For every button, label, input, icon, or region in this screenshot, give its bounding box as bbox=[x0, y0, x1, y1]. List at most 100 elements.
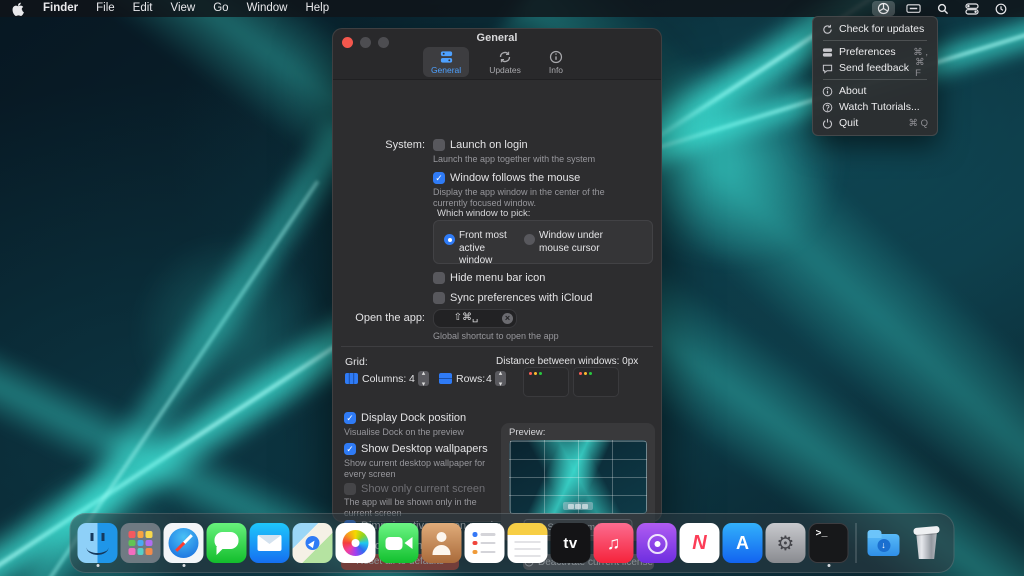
menubar-item-finder[interactable]: Finder bbox=[34, 0, 87, 17]
system-label: System: bbox=[385, 139, 425, 151]
dock-icon-contacts[interactable] bbox=[421, 523, 462, 563]
menu-item-label: Check for updates bbox=[839, 23, 925, 35]
columns-icon bbox=[345, 373, 358, 384]
window-follows-mouse-label: Window follows the mouse bbox=[450, 172, 581, 184]
refresh-icon bbox=[822, 24, 833, 35]
menu-item-shortcut: ⌘ , bbox=[913, 46, 928, 58]
dock-icon-tv[interactable]: tv bbox=[550, 523, 591, 563]
menubar-item-view[interactable]: View bbox=[162, 0, 205, 17]
display-dock-desc: Visualise Dock on the preview bbox=[344, 427, 464, 437]
window-title: General bbox=[476, 32, 518, 44]
window-titlebar[interactable]: General General Updates Info bbox=[333, 29, 661, 80]
show-wallpapers-label: Show Desktop wallpapers bbox=[361, 443, 488, 455]
dock-icon-podcasts[interactable] bbox=[636, 523, 677, 563]
window-under-mouse-radio[interactable] bbox=[524, 234, 535, 245]
hide-menu-bar-icon-label: Hide menu bar icon bbox=[450, 272, 546, 284]
dock-icon-finder[interactable] bbox=[77, 523, 118, 567]
window-follows-mouse-checkbox[interactable] bbox=[433, 172, 445, 184]
spotlight-menubar-icon[interactable] bbox=[932, 1, 954, 16]
control-center-menubar-icon[interactable] bbox=[960, 1, 984, 16]
menu-item-quit[interactable]: Quit ⌘ Q bbox=[813, 115, 937, 131]
app-menubar-button[interactable] bbox=[872, 1, 895, 16]
display-dock-checkbox[interactable] bbox=[344, 412, 356, 424]
feedback-icon bbox=[822, 63, 833, 74]
clock-icon bbox=[995, 3, 1007, 14]
apple-menu[interactable] bbox=[0, 2, 34, 16]
dock-icon-messages[interactable] bbox=[206, 523, 247, 563]
menu-item-label: Send feedback bbox=[839, 62, 910, 74]
dock-icon-safari[interactable] bbox=[163, 523, 204, 567]
dock-icon-facetime[interactable] bbox=[378, 523, 419, 563]
menu-separator bbox=[823, 79, 927, 80]
dock-icon-news[interactable]: N bbox=[679, 523, 720, 563]
dock-icon-music[interactable]: ♫ bbox=[593, 523, 634, 563]
preferences-icon bbox=[822, 47, 833, 58]
rows-stepper[interactable] bbox=[495, 369, 506, 388]
running-indicator bbox=[827, 564, 830, 567]
preview-label: Preview: bbox=[509, 427, 546, 438]
dock-icon-app-store[interactable]: A bbox=[722, 523, 763, 563]
info-icon bbox=[822, 86, 833, 97]
shortcut-value: ⇧⌘␣ bbox=[453, 312, 479, 323]
search-icon bbox=[937, 3, 949, 14]
distance-label: Distance between windows: 0px bbox=[496, 356, 639, 367]
menu-item-label: About bbox=[839, 85, 867, 97]
keyboard-menubar-icon[interactable] bbox=[901, 1, 926, 16]
dock-icon-mail[interactable] bbox=[249, 523, 290, 563]
which-window-group: Front most active window Window under mo… bbox=[433, 220, 653, 266]
menu-item-shortcut: ⌘ Q bbox=[908, 117, 928, 129]
sync-icloud-checkbox[interactable] bbox=[433, 292, 445, 304]
tab-label: Info bbox=[548, 65, 564, 75]
dock-icon-notes[interactable] bbox=[507, 523, 548, 563]
menu-item-send-feedback[interactable]: Send feedback ⌘ F bbox=[813, 57, 937, 79]
menu-item-about[interactable]: About bbox=[813, 83, 937, 99]
clock-menubar-icon[interactable] bbox=[990, 1, 1012, 16]
app-logo-icon bbox=[877, 2, 890, 15]
menu-item-check-for-updates[interactable]: Check for updates bbox=[813, 21, 937, 37]
general-icon bbox=[440, 51, 452, 63]
rows-value: 4 bbox=[486, 373, 492, 385]
dock-separator bbox=[855, 523, 857, 563]
distance-preview-window bbox=[523, 367, 569, 397]
menubar-item-edit[interactable]: Edit bbox=[124, 0, 162, 17]
toolbar-tabs: General Updates Info bbox=[333, 47, 661, 77]
only-current-screen-checkbox[interactable] bbox=[344, 483, 356, 495]
running-indicator bbox=[182, 564, 185, 567]
menubar-item-file[interactable]: File bbox=[87, 0, 124, 17]
shortcut-field[interactable]: ⇧⌘␣ bbox=[433, 309, 517, 328]
hide-menu-bar-icon-checkbox[interactable] bbox=[433, 272, 445, 284]
tab-general[interactable]: General bbox=[422, 47, 470, 77]
updates-icon bbox=[499, 51, 511, 63]
wallpaper-glow bbox=[120, 240, 340, 420]
dock-icon-photos[interactable] bbox=[335, 523, 376, 563]
grid-label: Grid: bbox=[345, 356, 368, 368]
desktop: Finder File Edit View Go Window Help Che… bbox=[0, 0, 1024, 576]
front-most-radio[interactable] bbox=[444, 234, 455, 245]
menubar-item-window[interactable]: Window bbox=[238, 0, 297, 17]
tab-updates[interactable]: Updates bbox=[481, 47, 529, 77]
dock-icon-maps[interactable] bbox=[292, 523, 333, 563]
columns-stepper[interactable] bbox=[418, 369, 429, 388]
menubar-item-go[interactable]: Go bbox=[204, 0, 237, 17]
tab-info[interactable]: Info bbox=[541, 47, 571, 77]
menu-item-watch-tutorials[interactable]: Watch Tutorials... bbox=[813, 99, 937, 115]
show-wallpapers-checkbox[interactable] bbox=[344, 443, 356, 455]
menu-item-label: Preferences bbox=[839, 46, 896, 58]
dock-icon-system-settings[interactable]: ⚙ bbox=[765, 523, 806, 563]
front-most-radio-label: Front most active window bbox=[459, 230, 507, 266]
dock-icon-downloads[interactable] bbox=[864, 523, 904, 563]
dock-icon-trash[interactable] bbox=[907, 523, 947, 563]
distance-preview-window bbox=[573, 367, 619, 397]
menu-item-shortcut: ⌘ F bbox=[915, 57, 925, 79]
dock-icon-terminal[interactable]: >_ bbox=[808, 523, 849, 567]
dock-icon-reminders[interactable] bbox=[464, 523, 505, 563]
launch-on-login-checkbox[interactable] bbox=[433, 139, 445, 151]
dock-icon-launchpad[interactable] bbox=[120, 523, 161, 563]
control-center-icon bbox=[965, 2, 979, 15]
preview-dock-indicator bbox=[563, 502, 593, 510]
tab-label: General bbox=[430, 65, 462, 75]
clear-shortcut-button[interactable] bbox=[502, 313, 513, 324]
menubar-item-help[interactable]: Help bbox=[296, 0, 338, 17]
display-dock-label: Display Dock position bbox=[361, 412, 467, 424]
keyboard-icon bbox=[906, 4, 921, 13]
